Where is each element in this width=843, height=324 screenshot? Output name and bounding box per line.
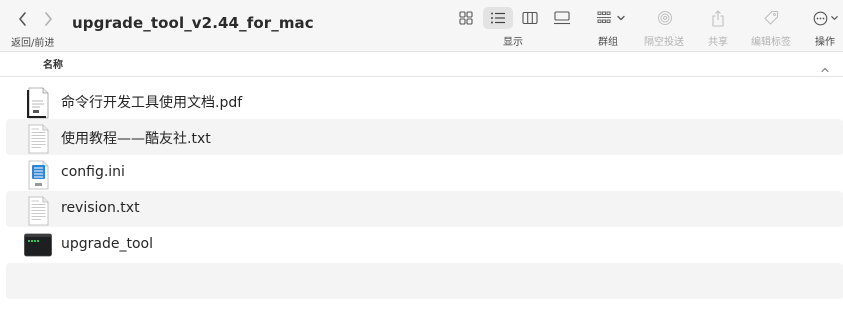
gallery-icon — [554, 11, 570, 25]
column-view-button[interactable] — [518, 8, 542, 28]
file-name: upgrade_tool — [61, 236, 153, 252]
file-list: 命令行开发工具使用文档.pdf 使用教程——酷友社.txt config.ini… — [6, 83, 843, 299]
tag-button[interactable] — [759, 8, 783, 28]
nav-label: 返回/前进 — [11, 38, 55, 49]
icon-view-button[interactable] — [454, 8, 478, 28]
column-header-name[interactable]: 名称 — [43, 56, 63, 71]
airdrop-icon — [658, 11, 672, 25]
group-button[interactable] — [591, 8, 631, 28]
list-item[interactable]: config.ini — [6, 155, 843, 191]
tag-icon — [764, 10, 779, 25]
window-title: upgrade_tool_v2.44_for_mac — [72, 14, 314, 32]
share-button[interactable] — [706, 7, 730, 29]
file-name: config.ini — [61, 164, 125, 180]
airdrop-label: 隔空投送 — [644, 37, 684, 48]
group-label: 群组 — [598, 37, 618, 48]
list-icon — [491, 12, 505, 24]
share-label: 共享 — [708, 37, 728, 48]
list-header: 名称 — [0, 52, 843, 77]
gallery-view-button[interactable] — [549, 8, 575, 28]
action-label: 操作 — [815, 37, 835, 48]
chevron-left-icon[interactable] — [13, 9, 33, 29]
chevron-down-icon — [831, 16, 838, 20]
action-button[interactable] — [810, 8, 842, 28]
terminal-executable-icon — [24, 231, 52, 259]
grid-icon — [459, 11, 473, 25]
list-item[interactable]: 使用教程——酷友社.txt — [6, 119, 843, 155]
ini-document-icon — [24, 159, 52, 190]
file-name: 命令行开发工具使用文档.pdf — [61, 95, 243, 111]
file-name: 使用教程——酷友社.txt — [61, 131, 211, 147]
chevron-right-icon[interactable] — [38, 9, 58, 29]
ellipsis-circle-icon — [813, 11, 828, 25]
airdrop-button[interactable] — [653, 8, 677, 28]
toolbar: 返回/前进 upgrade_tool_v2.44_for_mac 显示 群组 隔… — [0, 0, 843, 52]
file-name: revision.txt — [61, 200, 140, 216]
list-item[interactable]: revision.txt — [6, 191, 843, 227]
list-item[interactable]: 命令行开发工具使用文档.pdf — [6, 83, 843, 119]
list-item[interactable]: upgrade_tool — [6, 227, 843, 263]
chevron-down-icon — [617, 15, 625, 21]
view-label: 显示 — [503, 37, 523, 48]
share-icon — [712, 9, 724, 27]
text-document-icon — [24, 123, 52, 154]
pdf-document-icon — [24, 87, 52, 119]
list-view-button[interactable] — [483, 7, 513, 29]
chevron-up-icon[interactable] — [820, 59, 830, 78]
columns-icon — [522, 11, 538, 25]
empty-row — [6, 263, 843, 299]
tags-label: 编辑标签 — [751, 37, 791, 48]
text-document-icon — [24, 195, 52, 226]
group-icon — [597, 11, 611, 23]
